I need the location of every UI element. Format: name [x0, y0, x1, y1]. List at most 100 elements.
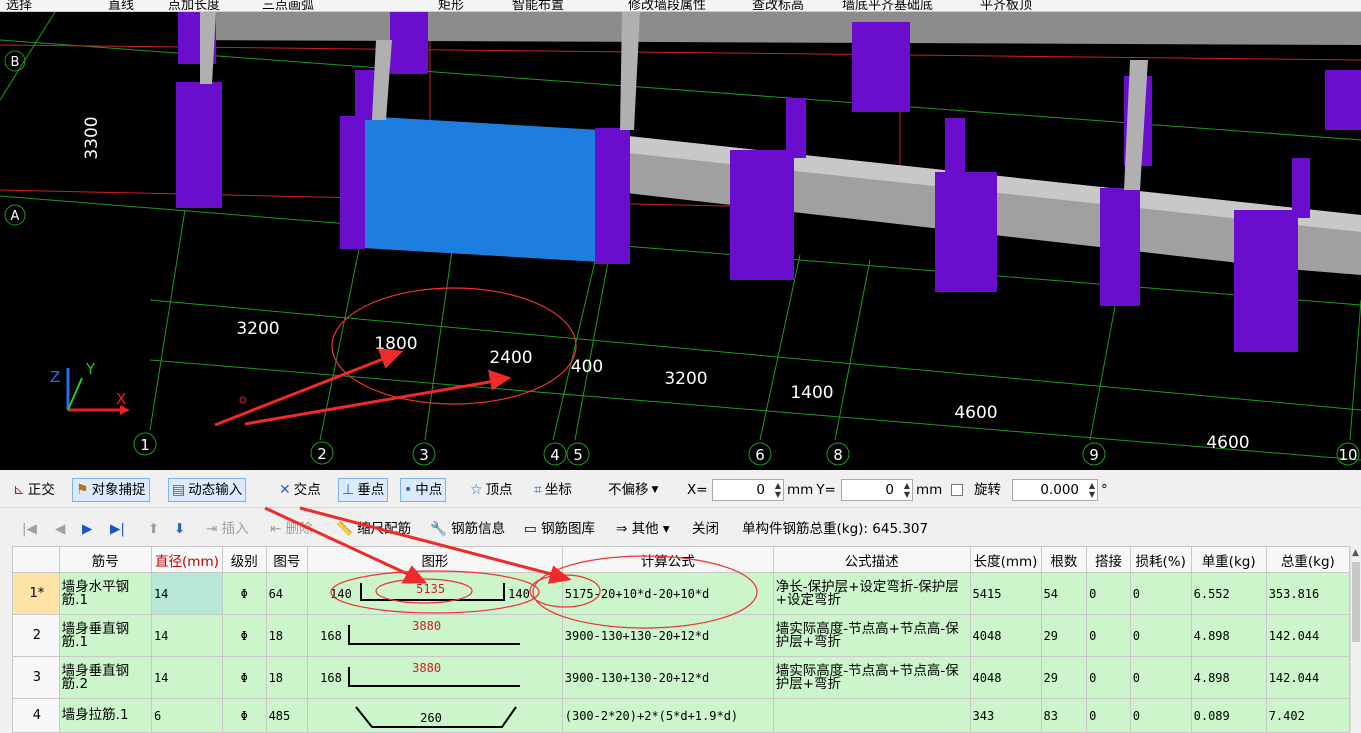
wall-bottom-align-button[interactable]: 墙底平齐基础底 — [842, 0, 933, 11]
rebar-name-cell[interactable]: 墙身垂直钢筋.2 — [58, 656, 152, 699]
lap-cell[interactable]: 0 — [1086, 572, 1131, 615]
coordinate-snap[interactable]: ⌗ 坐标 — [531, 478, 575, 502]
table-row[interactable]: 3 墙身垂直钢筋.2 14 Φ 18 168 3880 3900-130+130… — [12, 656, 1351, 699]
table-row[interactable]: 2 墙身垂直钢筋.1 14 Φ 18 168 3880 3900-130+130… — [12, 614, 1351, 657]
shape-cell[interactable]: 168 3880 — [307, 656, 563, 699]
spinner-icon[interactable]: ▲ ▼ — [1089, 481, 1095, 499]
length-cell[interactable]: 4048 — [969, 656, 1042, 699]
lap-cell[interactable]: 0 — [1086, 698, 1131, 733]
midpoint-snap[interactable]: • 中点 — [400, 478, 447, 502]
formula-desc-cell[interactable] — [772, 698, 971, 733]
figure-no-cell[interactable]: 64 — [265, 572, 309, 615]
grade-cell[interactable]: Φ — [221, 656, 267, 699]
rebar-library-button[interactable]: ▭ 钢筋图库 — [524, 518, 595, 540]
column[interactable] — [355, 70, 375, 120]
shape-cell[interactable]: 260 — [307, 698, 563, 733]
prev-record-icon[interactable]: ◀ — [55, 518, 65, 540]
delete-button[interactable]: ⇤ 删除 — [270, 518, 313, 540]
rebar-name-cell[interactable]: 墙身拉筋.1 — [58, 698, 152, 733]
unit-weight-cell[interactable]: 4.898 — [1190, 614, 1267, 657]
grade-cell[interactable]: Φ — [221, 698, 267, 733]
figure-no-cell[interactable]: 18 — [265, 614, 309, 657]
formula-desc-cell[interactable]: 墙实际高度-节点高+节点高-保护层+弯折 — [772, 656, 971, 699]
modify-wall-props-button[interactable]: 修改墙段属性 — [628, 0, 706, 11]
spinner-icon[interactable]: ▲ ▼ — [904, 481, 910, 499]
column[interactable] — [945, 118, 965, 178]
length-cell[interactable]: 4048 — [969, 614, 1042, 657]
column[interactable] — [935, 172, 997, 292]
loss-cell[interactable]: 0 — [1129, 656, 1192, 699]
formula-cell[interactable]: 3900-130+130-20+12*d — [561, 614, 774, 657]
drawing-viewport[interactable]: B A 3300 3200 1800 2400 400 3200 1400 4600 4600… — [0, 12, 1361, 470]
figure-no-cell[interactable]: 485 — [265, 698, 309, 733]
point-length-button[interactable]: 点加长度 — [168, 0, 220, 11]
dynamic-input-toggle[interactable]: ▤ 动态输入 — [168, 478, 247, 502]
row-index[interactable]: 1* — [12, 572, 60, 615]
column[interactable] — [1234, 210, 1298, 352]
formula-cell[interactable]: 5175-20+10*d-20+10*d — [561, 572, 774, 615]
unit-weight-cell[interactable]: 6.552 — [1190, 572, 1267, 615]
move-down-icon[interactable]: ⬇ — [174, 518, 185, 540]
rotate-checkbox[interactable]: 旋转 — [948, 478, 1004, 502]
column[interactable] — [852, 22, 910, 112]
diameter-cell[interactable]: 6 — [150, 698, 223, 733]
count-cell[interactable]: 54 — [1040, 572, 1088, 615]
object-snap-toggle[interactable]: ⚑ 对象捕捉 — [72, 478, 150, 502]
diameter-cell[interactable]: 14 — [150, 572, 223, 615]
formula-cell[interactable]: (300-2*20)+2*(5*d+1.9*d) — [561, 698, 774, 733]
column[interactable] — [1325, 70, 1361, 130]
row-index[interactable]: 3 — [12, 656, 60, 699]
unit-weight-cell[interactable]: 4.898 — [1190, 656, 1267, 699]
x-input[interactable]: 0 ▲ ▼ — [712, 479, 784, 501]
last-record-icon[interactable]: ▶| — [110, 518, 125, 540]
col-header[interactable]: 筋号 — [58, 546, 152, 573]
grade-cell[interactable]: Φ — [221, 572, 267, 615]
col-header[interactable]: 公式描述 — [772, 546, 971, 573]
rebar-name-cell[interactable]: 墙身水平钢筋.1 — [58, 572, 152, 615]
length-cell[interactable]: 343 — [969, 698, 1042, 733]
shape-cell[interactable]: 140 5135 140 — [307, 572, 563, 615]
col-header[interactable]: 级别 — [221, 546, 267, 573]
first-record-icon[interactable]: |◀ — [22, 518, 37, 540]
vertical-scrollbar[interactable]: ▲ — [1350, 546, 1361, 732]
other-menu-button[interactable]: ⇒ 其他 ▾ — [616, 518, 670, 540]
unit-weight-cell[interactable]: 0.089 — [1190, 698, 1267, 733]
three-point-arc-button[interactable]: 三点画弧 — [262, 0, 314, 11]
column[interactable] — [1292, 158, 1310, 218]
rebar-name-cell[interactable]: 墙身垂直钢筋.1 — [58, 614, 152, 657]
loss-cell[interactable]: 0 — [1129, 614, 1192, 657]
total-weight-cell[interactable]: 7.402 — [1265, 698, 1351, 733]
line-button[interactable]: 直线 — [108, 0, 134, 11]
y-input[interactable]: 0 ▲ ▼ — [841, 479, 913, 501]
diameter-cell[interactable]: 14 — [150, 614, 223, 657]
spinner-icon[interactable]: ▲ ▼ — [775, 481, 781, 499]
intersection-snap[interactable]: ✕ 交点 — [276, 478, 324, 502]
row-index[interactable]: 2 — [12, 614, 60, 657]
formula-cell[interactable]: 3900-130+130-20+12*d — [561, 656, 774, 699]
grade-cell[interactable]: Φ — [221, 614, 267, 657]
insert-button[interactable]: ⇥ 插入 — [206, 518, 249, 540]
scale-rebar-button[interactable]: 📏 缩尺配筋 — [336, 518, 411, 540]
col-header[interactable]: 直径(mm) — [150, 546, 223, 573]
align-slab-top-button[interactable]: 平齐板顶 — [980, 0, 1032, 11]
offset-select[interactable]: 不偏移 ▼ — [605, 478, 661, 502]
count-cell[interactable]: 29 — [1040, 656, 1088, 699]
perpendicular-snap[interactable]: ⊥ 垂点 — [338, 478, 389, 502]
check-elevation-button[interactable]: 查改标高 — [752, 0, 804, 11]
columns[interactable] — [176, 12, 1361, 352]
col-header[interactable]: 损耗(%) — [1129, 546, 1192, 573]
selected-wall[interactable] — [363, 116, 600, 262]
scroll-thumb[interactable] — [1352, 562, 1360, 642]
back-wall[interactable] — [180, 12, 1361, 45]
col-header[interactable]: 长度(mm) — [969, 546, 1042, 573]
count-cell[interactable]: 83 — [1040, 698, 1088, 733]
table-row[interactable]: 1* 墙身水平钢筋.1 14 Φ 64 140 5135 140 5175-20… — [12, 572, 1351, 615]
row-index[interactable]: 4 — [12, 698, 60, 733]
lap-cell[interactable]: 0 — [1086, 656, 1131, 699]
ortho-toggle[interactable]: ⊾ 正交 — [10, 478, 58, 502]
figure-no-cell[interactable]: 18 — [265, 656, 309, 699]
col-header[interactable]: 根数 — [1040, 546, 1088, 573]
shape-cell[interactable]: 168 3880 — [307, 614, 563, 657]
col-header[interactable]: 图形 — [307, 546, 563, 573]
col-header[interactable]: 搭接 — [1086, 546, 1131, 573]
